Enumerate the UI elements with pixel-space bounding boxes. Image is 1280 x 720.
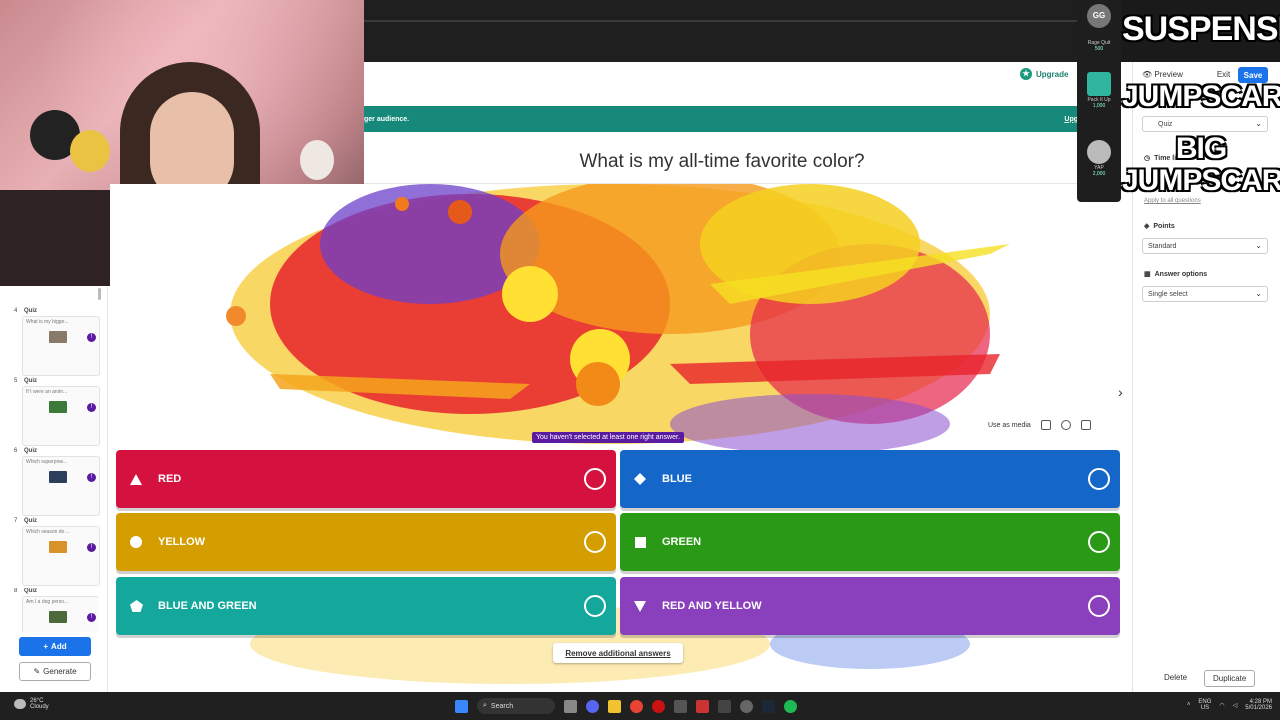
slide-item[interactable]: 8 Quiz Am I a dog perso... ! xyxy=(14,588,98,632)
answer-blue[interactable]: BLUE xyxy=(620,450,1120,508)
taskbar: 26°C Cloudy ⌕ Search ˄ ENG US ◠ ◁ 4:28 P… xyxy=(0,692,1280,720)
chevron-down-icon: ⌄ xyxy=(1255,289,1262,298)
eye-icon: 👁 xyxy=(1142,70,1153,79)
start-icon[interactable] xyxy=(455,699,468,713)
remove-additional-answers-button[interactable]: Remove additional answers xyxy=(553,643,683,663)
folder-icon[interactable] xyxy=(608,699,621,713)
duplicate-button[interactable]: Duplicate xyxy=(1204,670,1256,687)
slide-thumbnail xyxy=(49,401,67,413)
upgrade-button[interactable]: ★ Upgrade xyxy=(1020,68,1068,80)
slide-thumbnail xyxy=(49,471,67,483)
trash-icon[interactable] xyxy=(1080,420,1091,430)
language-indicator[interactable]: ENG US xyxy=(1198,699,1211,711)
overlay-jumpscare: JUMPSCARE xyxy=(1122,80,1280,113)
warning-icon: ! xyxy=(87,473,96,482)
promo-banner: ger audience. Upg xyxy=(364,106,1080,132)
weather-widget[interactable]: 26°C Cloudy xyxy=(14,698,49,710)
answer-red-and-yellow[interactable]: RED AND YELLOW xyxy=(620,577,1120,635)
discord-icon[interactable] xyxy=(586,699,599,713)
correct-answer-toggle[interactable] xyxy=(1088,531,1110,553)
stream-alerts-panel: GG Rage Quit 500 Pack It Up 1,000 YAP 2,… xyxy=(1077,0,1121,202)
app-icon[interactable] xyxy=(718,699,731,713)
crop-icon[interactable] xyxy=(1040,420,1051,430)
taskview-icon[interactable] xyxy=(564,699,577,713)
megaphone-icon xyxy=(1087,140,1111,164)
warning-icon: ! xyxy=(87,543,96,552)
answer-red[interactable]: RED xyxy=(116,450,616,508)
chrome-icon[interactable] xyxy=(630,699,643,713)
correct-answer-toggle[interactable] xyxy=(1088,468,1110,490)
chevron-down-icon: ⌄ xyxy=(1255,241,1262,250)
answer-yellow[interactable]: YELLOW xyxy=(116,513,616,571)
correct-answer-toggle[interactable] xyxy=(584,595,606,617)
alert-yap[interactable]: YAP 2,000 xyxy=(1081,140,1117,177)
backpack-icon xyxy=(1087,72,1111,96)
spotify-icon[interactable] xyxy=(784,699,797,713)
app-icon[interactable] xyxy=(674,699,687,713)
correct-answer-toggle[interactable] xyxy=(584,468,606,490)
slide-thumbnail xyxy=(49,541,67,553)
points-select[interactable]: Standard ⌄ xyxy=(1142,238,1268,254)
slide-thumbnail xyxy=(49,331,67,343)
alert-rage-quit[interactable]: Rage Quit 500 xyxy=(1081,40,1117,52)
overlay-big: BIG xyxy=(1175,132,1227,165)
browser-chrome xyxy=(364,0,1080,62)
diamond-icon xyxy=(630,473,650,485)
question-title[interactable]: What is my all-time favorite color? xyxy=(364,140,1080,184)
clock[interactable]: 4:28 PM 5/01/2026 xyxy=(1245,699,1272,711)
answer-blue-and-green[interactable]: BLUE AND GREEN xyxy=(116,577,616,635)
steam-icon[interactable] xyxy=(762,699,775,713)
chevron-down-icon: ⌄ xyxy=(1255,119,1262,128)
chevron-right-icon[interactable]: › xyxy=(1118,384,1123,400)
apply-all-link[interactable]: Apply to all questions xyxy=(1144,198,1201,204)
settings-icon[interactable] xyxy=(740,699,753,713)
volume-icon[interactable]: ◁ xyxy=(1233,702,1238,709)
warning-icon: ! xyxy=(87,333,96,342)
correct-answer-toggle[interactable] xyxy=(584,531,606,553)
pentagon-icon xyxy=(126,600,146,612)
triangle-icon xyxy=(126,473,146,485)
warning-icon: ! xyxy=(87,403,96,412)
add-slide-button[interactable]: + Add xyxy=(19,637,91,656)
circle-icon xyxy=(126,536,146,548)
alert-pack-it-up[interactable]: Pack It Up 1,000 xyxy=(1081,72,1117,109)
opera-icon[interactable] xyxy=(652,699,665,713)
overlay-suspense: SUSPENSE xyxy=(1122,10,1280,48)
generate-button[interactable]: ✎ Generate xyxy=(19,662,91,681)
use-as-media-button[interactable]: Use as media xyxy=(988,422,1031,429)
banner-upgrade-link[interactable]: Upg xyxy=(1064,116,1078,123)
cloud-icon xyxy=(14,699,26,709)
points-label: ◈ Points xyxy=(1144,222,1175,231)
info-icon[interactable] xyxy=(1060,420,1071,430)
wifi-icon[interactable]: ◠ xyxy=(1219,702,1224,709)
delete-button[interactable]: Delete xyxy=(1156,670,1195,685)
taskbar-search[interactable]: ⌕ Search xyxy=(477,698,555,714)
sparkle-icon: ✎ xyxy=(33,667,41,676)
chevron-up-icon[interactable]: ˄ xyxy=(1187,702,1191,708)
inverted-triangle-icon xyxy=(630,600,650,612)
answer-options-label: ▦ Answer options xyxy=(1144,270,1208,279)
search-icon: ⌕ xyxy=(483,702,487,709)
answer-options-select[interactable]: Single select ⌄ xyxy=(1142,286,1268,302)
grid-icon: ▦ xyxy=(1144,271,1151,278)
sidebar-scrollbar[interactable] xyxy=(98,288,101,300)
answer-warning-tooltip: You haven't selected at least one right … xyxy=(532,432,684,443)
app-icon[interactable] xyxy=(696,699,709,713)
media-toolbar: Use as media xyxy=(988,420,1091,430)
question-type-select[interactable]: Quiz ⌄ xyxy=(1142,116,1268,132)
square-icon xyxy=(630,536,650,548)
warning-icon: ! xyxy=(87,613,96,622)
tag-icon: ◈ xyxy=(1144,223,1150,230)
gg-icon: GG xyxy=(1087,4,1111,28)
star-icon: ★ xyxy=(1020,68,1032,80)
correct-answer-toggle[interactable] xyxy=(1088,595,1110,617)
overlay-big-jumpscare: JUMPSCARE xyxy=(1122,164,1280,197)
answer-green[interactable]: GREEN xyxy=(620,513,1120,571)
plus-icon: + xyxy=(43,642,49,651)
slide-thumbnail xyxy=(49,611,67,623)
